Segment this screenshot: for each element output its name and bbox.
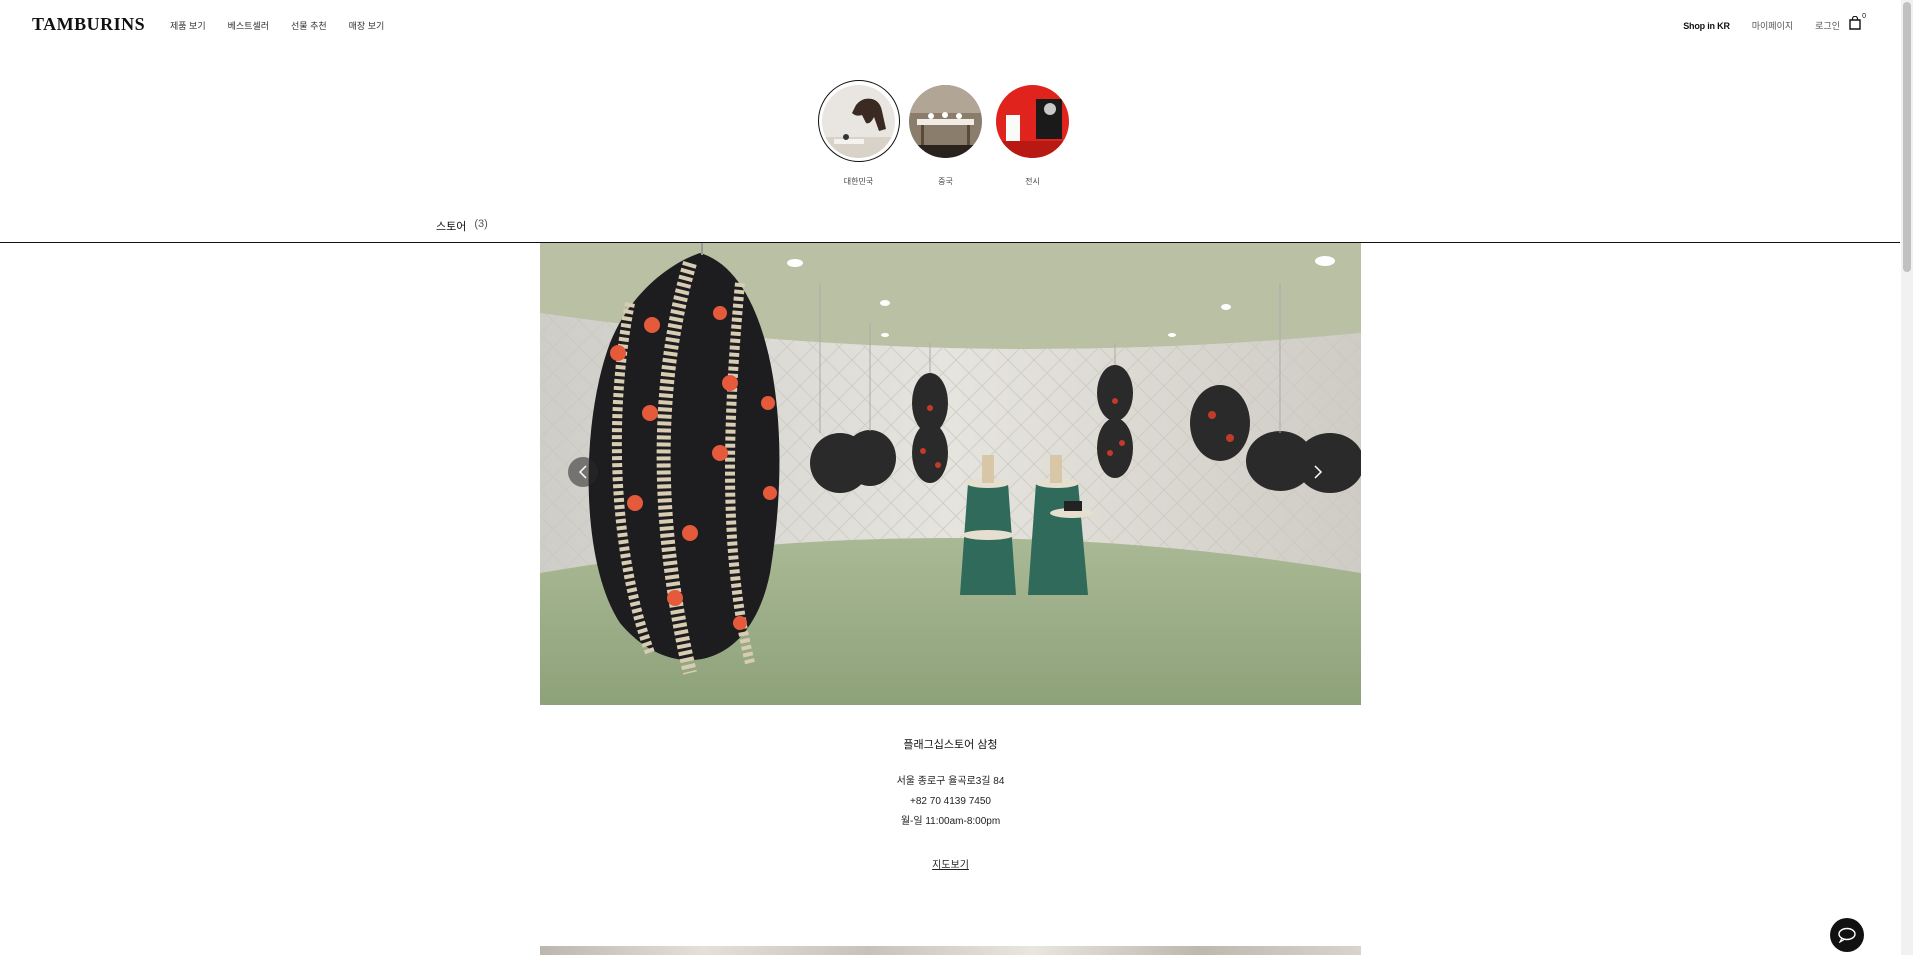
chat-bubble-icon — [1838, 927, 1856, 943]
tab-label: 스토어 — [436, 221, 467, 233]
nav-item-gift[interactable]: 선물 추천 — [291, 19, 327, 32]
store-phone[interactable]: +82 70 4139 7450 — [540, 792, 1361, 812]
login-link[interactable]: 로그인 — [1815, 19, 1840, 32]
region-china[interactable]: 중국 — [909, 84, 982, 187]
chat-button[interactable] — [1830, 918, 1864, 952]
exhibition-red-image — [996, 84, 1069, 158]
slider-prev-button[interactable] — [568, 457, 598, 487]
shop-region-link[interactable]: Shop in KR — [1683, 21, 1730, 31]
utility-nav: Shop in KR 마이페이지 로그인 — [1683, 19, 1840, 32]
scrollbar-thumb[interactable] — [1903, 2, 1911, 272]
store-hours: 월-일 11:00am-8:00pm — [900, 816, 1001, 827]
chevron-right-icon — [1314, 465, 1323, 479]
store-address: 서울 종로구 율곡로3길 84 — [896, 776, 1005, 787]
nav-item-products[interactable]: 제품 보기 — [170, 19, 206, 32]
slider-next-button[interactable] — [1303, 457, 1333, 487]
mypage-link[interactable]: 마이페이지 — [1752, 19, 1793, 32]
region-label-korea: 대한민국 — [843, 177, 874, 186]
store-horse-image — [822, 84, 895, 158]
store-image-slider[interactable] — [540, 243, 1361, 705]
region-selector: 대한민국 중국 전시 — [817, 80, 1069, 187]
region-active-ring — [817, 80, 900, 162]
region-label-china: 중국 — [938, 177, 953, 186]
cart-count-badge: 0 — [1862, 13, 1866, 20]
region-korea[interactable]: 대한민국 — [817, 80, 900, 187]
next-store-image — [540, 946, 1361, 955]
store-info: 플래그십스토어 삼청 서울 종로구 율곡로3길 84 +82 70 4139 7… — [540, 736, 1361, 873]
main-nav: 제품 보기 베스트셀러 선물 추천 매장 보기 — [170, 19, 384, 32]
store-interior-image — [540, 243, 1361, 705]
tab-stores[interactable]: 스토어 (3) — [436, 218, 488, 234]
tab-count: (3) — [474, 218, 488, 230]
chevron-left-icon — [578, 465, 587, 479]
shopping-bag-icon[interactable] — [1848, 16, 1862, 30]
nav-item-stores[interactable]: 매장 보기 — [349, 19, 385, 32]
store-tab-bar: 스토어 (3) — [0, 200, 1900, 243]
region-exhibition[interactable]: 전시 — [996, 84, 1069, 187]
store-details: 서울 종로구 율곡로3길 84 +82 70 4139 7450 월-일 11:… — [540, 772, 1361, 832]
brand-logo[interactable]: TAMBURINS — [32, 14, 145, 35]
region-label-exhibition: 전시 — [1025, 177, 1040, 186]
page-scrollbar[interactable] — [1901, 0, 1913, 955]
nav-item-bestseller[interactable]: 베스트셀러 — [228, 19, 269, 32]
view-map-link[interactable]: 지도보기 — [932, 856, 969, 871]
site-header: TAMBURINS 제품 보기 베스트셀러 선물 추천 매장 보기 Shop i… — [0, 0, 1900, 48]
store-name: 플래그십스토어 삼청 — [903, 739, 998, 751]
store-table-image — [909, 84, 982, 158]
